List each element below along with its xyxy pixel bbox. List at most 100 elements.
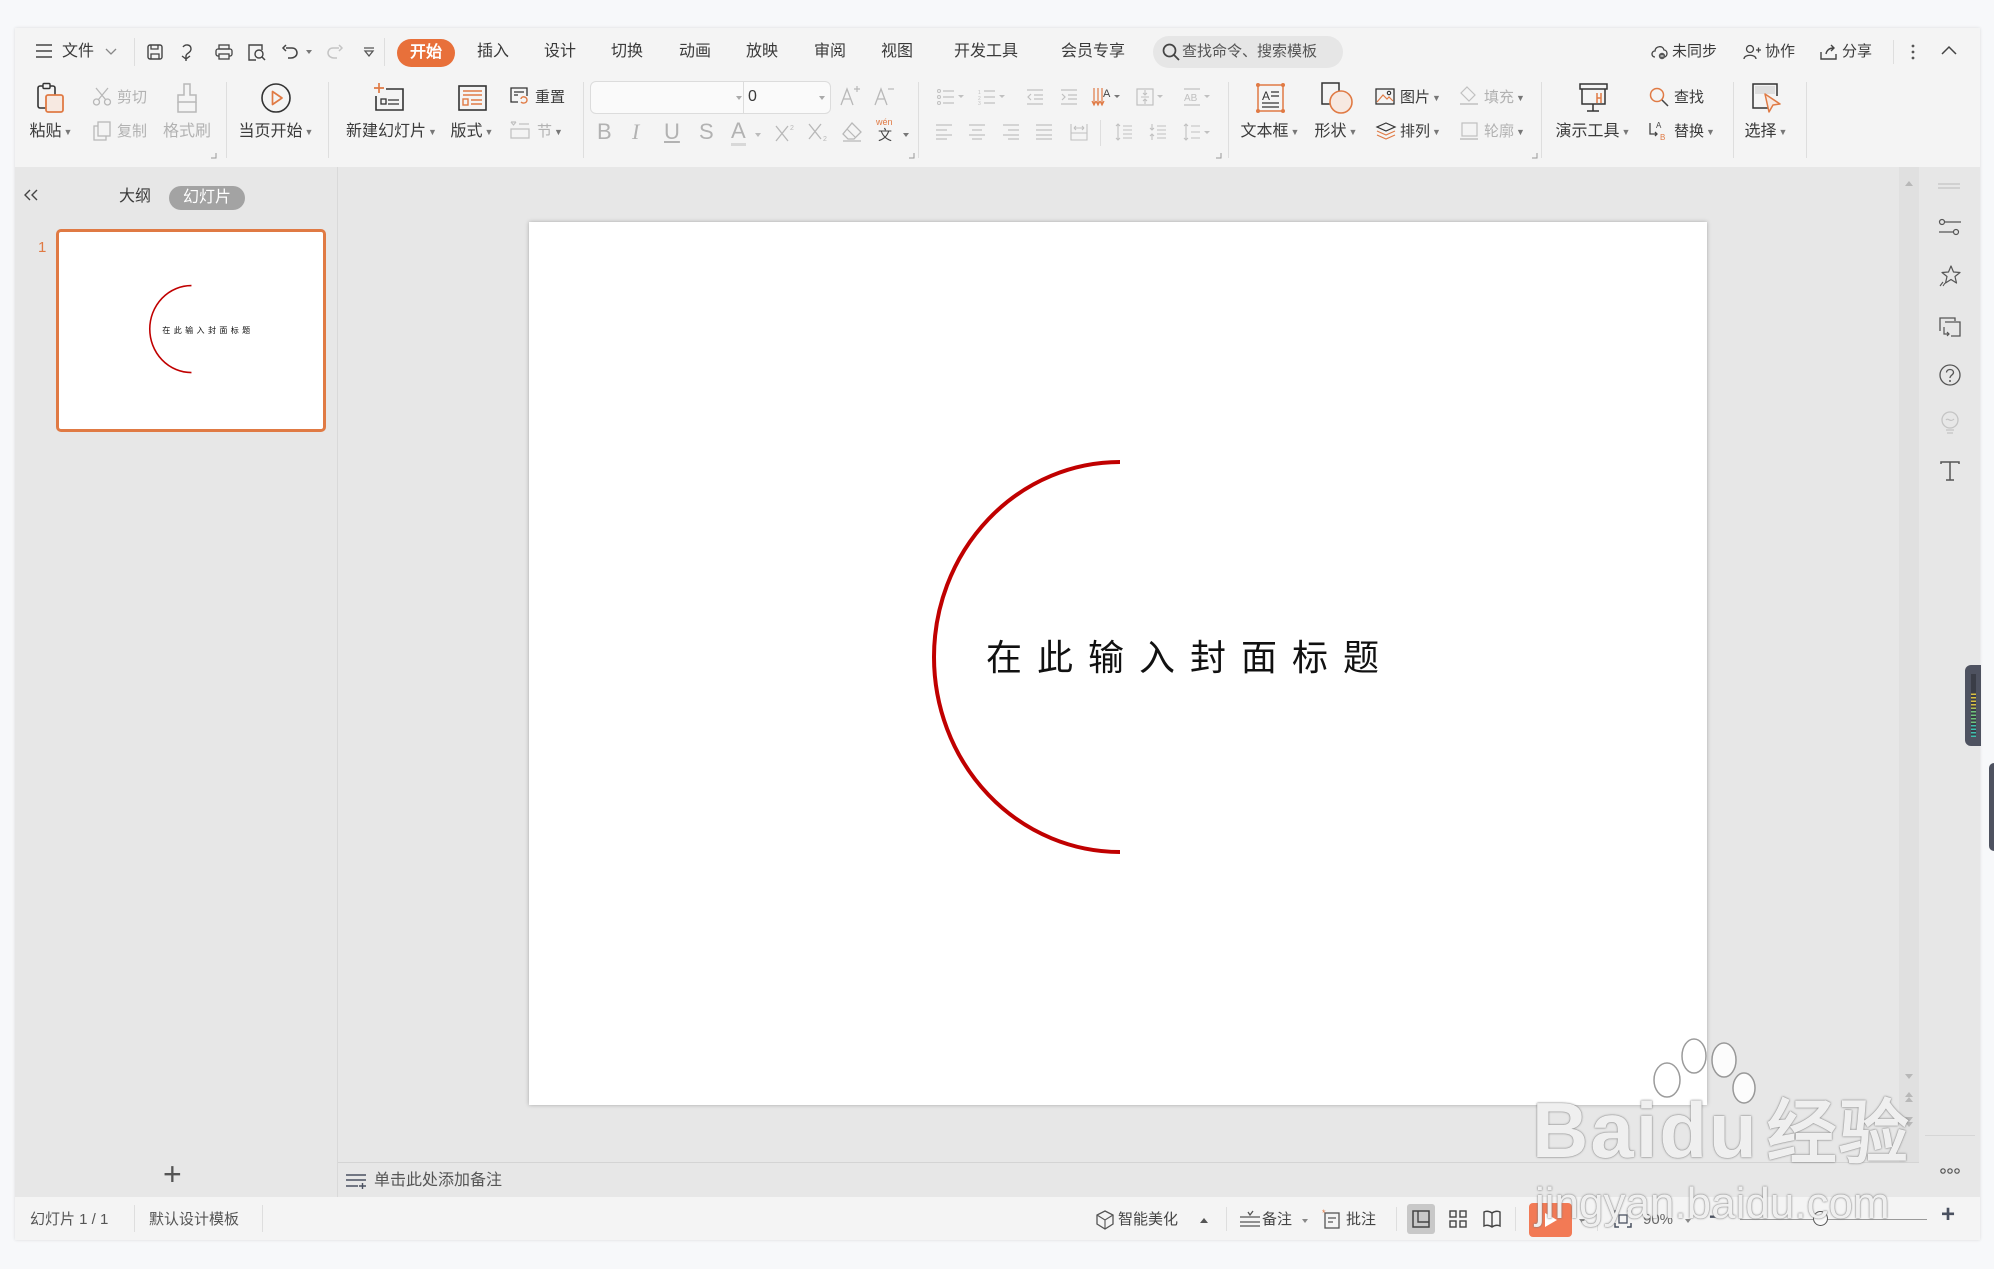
dropdown-caret-icon[interactable] [755, 133, 761, 137]
decrease-font-size-icon[interactable] [874, 86, 894, 106]
tab-animations[interactable]: 动画 [679, 42, 711, 62]
pinyin-guide-top[interactable]: wén [876, 117, 893, 127]
dropdown-caret-icon[interactable]: ▼ [1516, 122, 1525, 142]
command-search-box[interactable]: 查找命令、搜索模板 [1153, 36, 1343, 68]
undo-dropdown-icon[interactable] [306, 50, 312, 54]
dropdown-caret-icon[interactable] [1302, 1219, 1308, 1223]
more-vertical-icon[interactable] [1911, 44, 1915, 60]
bold-button[interactable]: B [597, 120, 612, 144]
tab-outline[interactable]: 大纲 [119, 187, 151, 207]
notes-placeholder[interactable]: 单击此处添加备注 [374, 1171, 502, 1191]
floating-side-handle[interactable] [1989, 763, 1994, 851]
dialog-launcher-icon[interactable] [1532, 153, 1538, 159]
cut-icon[interactable] [92, 87, 112, 107]
pane-handle-icon[interactable] [1938, 183, 1960, 189]
scroll-up-icon[interactable] [1905, 181, 1913, 186]
strikethrough-button[interactable]: S [699, 120, 714, 144]
picture-icon[interactable] [1375, 88, 1395, 105]
play-from-current-button[interactable]: 当页开始 ▼ [234, 80, 318, 150]
paragraph-spacing-icon[interactable] [1149, 123, 1167, 141]
layout-button[interactable]: 版式 ▼ [430, 80, 514, 150]
undo-icon[interactable] [281, 44, 298, 60]
justify-icon[interactable] [1035, 124, 1053, 140]
tab-slideshow[interactable]: 放映 [746, 42, 778, 62]
reset-icon[interactable] [510, 87, 530, 105]
file-menu[interactable]: 文件 [62, 42, 94, 62]
underline-button[interactable]: U [664, 120, 680, 144]
dialog-launcher-icon[interactable] [1216, 153, 1222, 159]
dropdown-caret-icon[interactable]: ▼ [305, 122, 314, 142]
dropdown-caret-icon[interactable]: ▼ [64, 122, 73, 142]
tab-view[interactable]: 视图 [881, 42, 913, 62]
arrange-icon[interactable] [1375, 122, 1397, 140]
floating-level-meter[interactable] [1965, 665, 1981, 746]
fit-to-window-icon[interactable] [1614, 1210, 1632, 1228]
picture-button[interactable]: 图片 [1400, 89, 1430, 106]
help-icon[interactable] [1939, 364, 1961, 386]
customize-toolbar-icon[interactable] [363, 46, 375, 58]
find-icon[interactable] [1649, 87, 1669, 107]
more-options-icon[interactable] [1940, 1168, 1960, 1174]
bullet-list-icon[interactable] [937, 89, 967, 105]
share-icon[interactable] [1820, 44, 1838, 60]
section-button[interactable]: 节 [537, 123, 552, 140]
reading-view-icon[interactable] [1483, 1210, 1501, 1229]
dropdown-caret-icon[interactable]: ▼ [1622, 122, 1631, 142]
tab-design[interactable]: 设计 [544, 42, 576, 62]
expand-up-icon[interactable] [1200, 1218, 1208, 1223]
italic-button[interactable]: I [632, 120, 639, 144]
dropdown-caret-icon[interactable]: ▼ [1349, 122, 1358, 142]
dropdown-caret-icon[interactable] [1579, 1219, 1585, 1223]
zoom-in-button[interactable]: + [1941, 1203, 1955, 1227]
dropdown-caret-icon[interactable]: ▼ [1779, 122, 1788, 142]
text-columns-icon[interactable]: AB [1183, 88, 1213, 106]
magic-star-icon[interactable] [1939, 265, 1961, 287]
fill-icon[interactable] [1459, 86, 1479, 105]
notes-pane[interactable]: 单击此处添加备注 [338, 1162, 1919, 1197]
line-spacing-icon[interactable] [1115, 123, 1133, 141]
arrange-button[interactable]: 排列 [1400, 123, 1430, 140]
zoom-slider[interactable] [1740, 1211, 1927, 1226]
collapse-panel-icon[interactable] [24, 189, 38, 201]
next-slide-icon[interactable] [1905, 1117, 1913, 1127]
select-button[interactable]: 选择 ▼ [1724, 80, 1808, 150]
dropdown-caret-icon[interactable]: ▼ [554, 122, 563, 142]
slide-canvas[interactable]: 在此输入封面标题 [529, 222, 1707, 1105]
slide-switch-icon[interactable] [1939, 317, 1961, 337]
superscript-icon[interactable]: 2 [775, 122, 797, 142]
spacing-options-icon[interactable] [1183, 123, 1213, 141]
dropdown-caret-icon[interactable] [736, 96, 742, 100]
shape-button[interactable]: 形状 ▼ [1294, 80, 1378, 150]
slide-title[interactable]: 在此输入封面标题 [986, 636, 1394, 680]
notes-toggle-button[interactable]: 备注 [1262, 1210, 1292, 1230]
dropdown-caret-icon[interactable]: ▼ [485, 122, 494, 142]
distribute-icon[interactable] [1070, 123, 1088, 141]
normal-view-button[interactable] [1407, 1204, 1435, 1234]
dropdown-caret-icon[interactable] [819, 96, 825, 100]
chevron-down-icon[interactable] [105, 48, 117, 56]
print-preview-icon[interactable] [248, 44, 266, 61]
new-slide-button[interactable]: 新建幻灯片 ▼ [346, 80, 437, 150]
pinyin-guide-bottom[interactable]: 文 [878, 127, 892, 143]
dialog-launcher-icon[interactable] [909, 153, 915, 159]
font-size-select[interactable]: 0 [743, 81, 831, 114]
vertical-scrollbar[interactable] [1899, 167, 1919, 1162]
numbered-list-icon[interactable]: 123 [978, 89, 1008, 107]
outline-button[interactable]: 轮廓 [1484, 123, 1514, 140]
align-center-icon[interactable] [968, 124, 986, 140]
align-text-icon[interactable] [1136, 87, 1166, 107]
text-direction-icon[interactable]: A [1091, 86, 1122, 108]
fill-button[interactable]: 填充 [1484, 89, 1514, 106]
lightbulb-icon[interactable] [1940, 411, 1960, 435]
add-slide-button[interactable]: + [163, 1158, 182, 1190]
smart-beautify-button[interactable]: 智能美化 [1118, 1210, 1178, 1230]
font-name-select[interactable] [590, 81, 744, 114]
find-button[interactable]: 查找 [1674, 88, 1704, 108]
cut-button[interactable]: 剪切 [117, 88, 147, 108]
collapse-ribbon-icon[interactable] [1941, 45, 1957, 55]
scroll-down-icon[interactable] [1905, 1074, 1913, 1079]
cloud-sync-icon[interactable] [1650, 44, 1670, 60]
reset-button[interactable]: 重置 [535, 88, 565, 108]
section-icon[interactable] [510, 121, 530, 139]
sync-status[interactable]: 未同步 [1672, 42, 1717, 62]
